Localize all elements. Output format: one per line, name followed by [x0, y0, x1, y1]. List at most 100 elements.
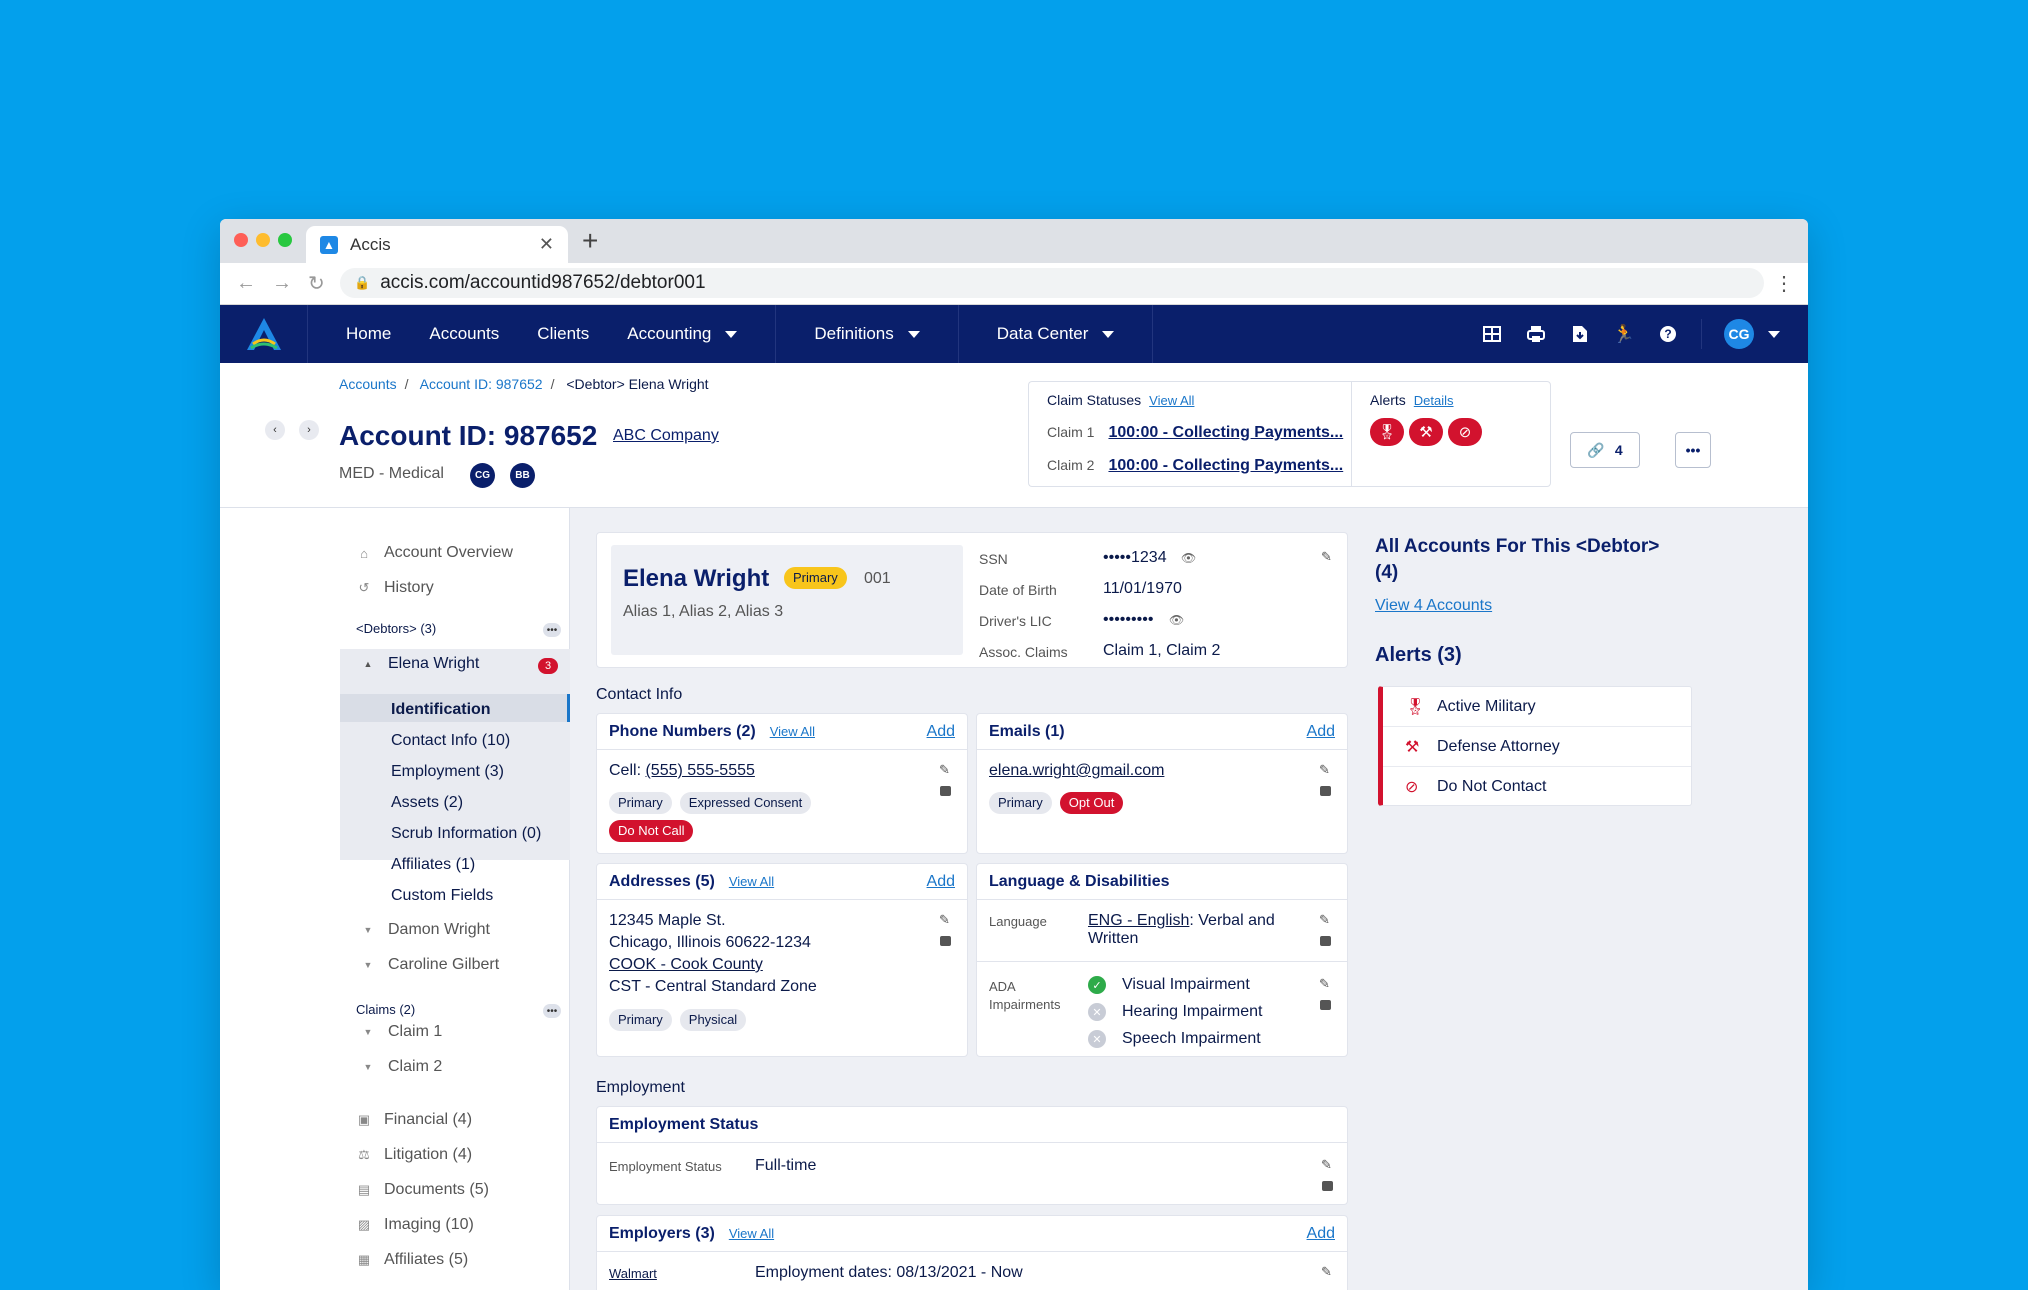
sidebar-item-elena-wright[interactable]: ▲ Elena Wright: [360, 655, 480, 673]
alerts-details-link[interactable]: Details: [1414, 393, 1454, 408]
more-options-button[interactable]: •••: [1675, 432, 1711, 468]
reload-icon[interactable]: ↻: [308, 271, 325, 296]
sidebar-item-affiliates[interactable]: ▦ Affiliates (5): [356, 1251, 468, 1269]
edit-pencil-icon[interactable]: ✎: [1321, 1264, 1332, 1280]
claim-label: Claim 1: [1047, 424, 1095, 440]
sidebar-item-account-overview[interactable]: ⌂ Account Overview: [356, 544, 513, 562]
sidebar-subitem-custom-fields[interactable]: Custom Fields: [391, 887, 493, 905]
url-input[interactable]: 🔒 accis.com/accountid987652/debtor001: [340, 268, 1764, 298]
nav-accounting[interactable]: Accounting: [627, 324, 738, 344]
alert-item[interactable]: 🎖 Active Military: [1383, 687, 1691, 727]
military-medal-icon[interactable]: 🎖: [1370, 418, 1404, 446]
note-icon[interactable]: [1320, 1000, 1331, 1010]
alert-item[interactable]: ⊘ Do Not Contact: [1383, 767, 1691, 807]
user-avatar[interactable]: CG: [1724, 319, 1754, 349]
nav-clients[interactable]: Clients: [537, 324, 589, 344]
note-icon[interactable]: [1320, 786, 1331, 796]
tag: Primary: [989, 792, 1052, 814]
close-window-button[interactable]: [234, 233, 248, 247]
running-person-icon[interactable]: 🏃: [1613, 323, 1635, 345]
sidebar-subitem-assets[interactable]: Assets (2): [391, 794, 463, 812]
note-icon[interactable]: [1322, 1181, 1333, 1191]
maximize-window-button[interactable]: [278, 233, 292, 247]
nav-accounts[interactable]: Accounts: [429, 324, 499, 344]
sidebar-subitem-identification[interactable]: Identification: [391, 701, 491, 719]
sidebar-item-claim-2[interactable]: ▼ Claim 2: [360, 1058, 443, 1076]
download-file-icon[interactable]: [1569, 323, 1591, 345]
prev-account-button[interactable]: ‹: [265, 420, 285, 440]
browser-tab[interactable]: ▲ Accis ✕: [306, 226, 568, 263]
do-not-contact-icon[interactable]: ⊘: [1448, 418, 1482, 446]
language-link[interactable]: ENG - English: [1088, 912, 1189, 929]
debtors-more-button[interactable]: •••: [543, 623, 561, 637]
chevron-down-icon[interactable]: [1768, 330, 1780, 338]
sidebar-subitem-scrub-information[interactable]: Scrub Information (0): [391, 825, 541, 843]
note-icon[interactable]: [1320, 936, 1331, 946]
dob-value: 11/01/1970: [1103, 580, 1182, 597]
nav-data-center[interactable]: Data Center: [997, 324, 1115, 344]
breadcrumb-account-id[interactable]: Account ID: 987652: [420, 376, 543, 392]
links-button[interactable]: 🔗 4: [1570, 432, 1640, 468]
sidebar-item-imaging[interactable]: ▨ Imaging (10): [356, 1216, 474, 1234]
claim-status-link[interactable]: 100:00 - Collecting Payments...: [1108, 424, 1343, 441]
county-link[interactable]: COOK - Cook County: [609, 956, 763, 974]
edit-pencil-icon[interactable]: ✎: [1319, 976, 1330, 992]
add-employer-link[interactable]: Add: [1307, 1225, 1335, 1243]
nav-home[interactable]: Home: [346, 324, 391, 344]
close-tab-icon[interactable]: ✕: [539, 234, 554, 255]
sidebar-item-caroline-gilbert[interactable]: ▼ Caroline Gilbert: [360, 956, 500, 974]
alert-item[interactable]: ⚒ Defense Attorney: [1383, 727, 1691, 767]
note-icon[interactable]: [940, 786, 951, 796]
print-icon[interactable]: [1525, 323, 1547, 345]
claim-status-link[interactable]: 100:00 - Collecting Payments...: [1108, 457, 1343, 474]
phone-link[interactable]: (555) 555-5555: [645, 762, 754, 779]
edit-pencil-icon[interactable]: ✎: [1319, 762, 1330, 778]
primary-badge: Primary: [784, 567, 855, 589]
address-line: Chicago, Illinois 60622-1234: [609, 934, 811, 951]
sidebar-item-litigation[interactable]: ⚖ Litigation (4): [356, 1146, 472, 1164]
minimize-window-button[interactable]: [256, 233, 270, 247]
employer-link[interactable]: Walmart: [609, 1266, 657, 1281]
note-icon[interactable]: [940, 936, 951, 946]
phone-view-all-link[interactable]: View All: [770, 724, 815, 739]
gavel-icon[interactable]: ⚒: [1409, 418, 1443, 446]
breadcrumb-accounts[interactable]: Accounts: [339, 376, 397, 392]
new-tab-icon[interactable]: +: [582, 225, 598, 257]
email-link[interactable]: elena.wright@gmail.com: [989, 762, 1164, 780]
employers-view-all-link[interactable]: View All: [729, 1226, 774, 1241]
sidebar-subitem-contact-info[interactable]: Contact Info (10): [391, 732, 510, 750]
address-view-all-link[interactable]: View All: [729, 874, 774, 889]
claim-view-all-link[interactable]: View All: [1149, 393, 1194, 408]
eye-slash-icon[interactable]: 👁: [1169, 613, 1184, 627]
breadcrumb-current: <Debtor> Elena Wright: [566, 376, 709, 392]
next-account-button[interactable]: ›: [299, 420, 319, 440]
browser-menu-icon[interactable]: ⋮: [1774, 271, 1794, 296]
sidebar-item-history[interactable]: ↺ History: [356, 579, 434, 597]
user-badge[interactable]: BB: [510, 463, 535, 488]
edit-pencil-icon[interactable]: ✎: [1321, 1157, 1332, 1173]
sidebar-item-damon-wright[interactable]: ▼ Damon Wright: [360, 921, 490, 939]
add-address-link[interactable]: Add: [927, 873, 955, 891]
back-icon[interactable]: ←: [236, 272, 256, 295]
edit-pencil-icon[interactable]: ✎: [939, 762, 950, 778]
user-badge[interactable]: CG: [470, 463, 495, 488]
view-accounts-link[interactable]: View 4 Accounts: [1375, 597, 1492, 615]
sidebar-subitem-affiliates[interactable]: Affiliates (1): [391, 856, 475, 874]
accis-logo[interactable]: [220, 305, 308, 363]
sidebar-item-claim-1[interactable]: ▼ Claim 1: [360, 1023, 443, 1041]
table-icon[interactable]: [1481, 323, 1503, 345]
edit-pencil-icon[interactable]: ✎: [1321, 549, 1332, 565]
edit-pencil-icon[interactable]: ✎: [1319, 912, 1330, 928]
help-icon[interactable]: ?: [1657, 323, 1679, 345]
add-email-link[interactable]: Add: [1307, 723, 1335, 741]
claims-more-button[interactable]: •••: [543, 1004, 561, 1018]
sidebar-item-documents[interactable]: ▤ Documents (5): [356, 1181, 489, 1199]
edit-pencil-icon[interactable]: ✎: [939, 912, 950, 928]
company-link[interactable]: ABC Company: [613, 427, 719, 445]
add-phone-link[interactable]: Add: [927, 723, 955, 741]
eye-slash-icon[interactable]: 👁: [1181, 551, 1196, 565]
sidebar-item-financial[interactable]: ▣ Financial (4): [356, 1111, 472, 1129]
sidebar-subitem-employment[interactable]: Employment (3): [391, 763, 504, 781]
nav-definitions[interactable]: Definitions: [814, 324, 920, 344]
forward-icon[interactable]: →: [272, 272, 292, 295]
